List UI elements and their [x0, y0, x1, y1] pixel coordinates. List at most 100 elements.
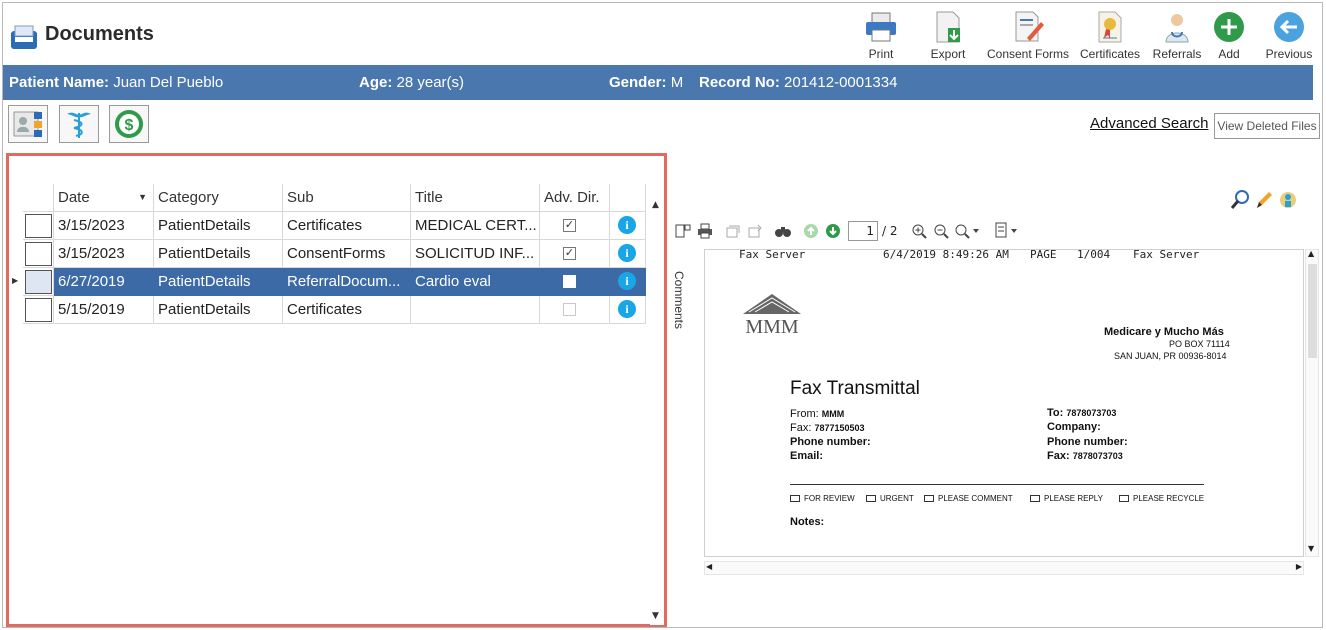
billing-button[interactable]: $: [109, 105, 149, 143]
column-header-adv-dir[interactable]: Adv. Dir.: [540, 184, 610, 212]
cell-category[interactable]: PatientDetails: [154, 240, 283, 268]
print-button[interactable]: Print: [861, 9, 901, 61]
cell-category[interactable]: PatientDetails: [154, 268, 283, 296]
row-select-cell[interactable]: [23, 268, 54, 296]
grid-vertical-scrollbar[interactable]: ▲ ▼: [650, 200, 664, 625]
adv-dir-checkbox[interactable]: ✓: [563, 219, 576, 232]
cell-date[interactable]: 3/15/2023: [54, 212, 154, 240]
doc-scroll-left-icon[interactable]: ◀: [706, 562, 712, 571]
info-icon[interactable]: i: [618, 244, 636, 262]
cell-category[interactable]: PatientDetails: [154, 296, 283, 324]
print-label: Print: [868, 47, 894, 61]
previous-page-icon[interactable]: [800, 220, 822, 242]
patient-age: Age: 28 year(s): [359, 74, 465, 91]
add-button[interactable]: Add: [1211, 9, 1247, 61]
info-icon[interactable]: i: [618, 216, 636, 234]
doc-vertical-scrollbar[interactable]: ▲ ▼: [1305, 249, 1319, 557]
cell-date[interactable]: 3/15/2023: [54, 240, 154, 268]
doc-scroll-right-icon[interactable]: ▶: [1296, 562, 1302, 571]
cell-sub[interactable]: ConsentForms: [283, 240, 411, 268]
doc-scroll-thumb[interactable]: [1308, 264, 1317, 358]
doc-horizontal-scrollbar[interactable]: ◀ ▶: [704, 561, 1304, 575]
row-select-cell[interactable]: [23, 240, 54, 268]
header: Documents Print Export Consent Forms Cer…: [3, 3, 1324, 65]
fax-option-label: PLEASE RECYCLE: [1133, 494, 1205, 503]
row-indicator: [9, 212, 23, 240]
fax-option: PLEASE RECYCLE: [1119, 494, 1204, 503]
scroll-up-icon[interactable]: ▲: [652, 200, 659, 210]
export-button[interactable]: Export: [925, 9, 971, 61]
id-card-icon: [13, 111, 42, 137]
row-selector-box[interactable]: [25, 242, 52, 266]
column-header-category[interactable]: Category: [154, 184, 283, 212]
patient-card-button[interactable]: [8, 105, 48, 143]
adv-dir-checkbox[interactable]: ✓: [563, 247, 576, 260]
info-icon[interactable]: i: [618, 300, 636, 318]
pencil-icon[interactable]: [1254, 189, 1274, 211]
adv-dir-checkbox[interactable]: [563, 275, 576, 288]
fax-option-checkbox: [924, 495, 934, 503]
export-label: Export: [930, 47, 966, 61]
cell-category[interactable]: PatientDetails: [154, 212, 283, 240]
page-number-input[interactable]: 1: [848, 221, 878, 241]
row-selector-box[interactable]: [25, 298, 52, 322]
magnifier-icon[interactable]: [1230, 189, 1250, 211]
fax-header-datetime: 6/4/2019 8:49:26 AM: [883, 249, 1009, 261]
page-layout-dropdown-icon[interactable]: [992, 220, 1024, 242]
info-icon[interactable]: i: [618, 272, 636, 290]
doc-scroll-up-icon[interactable]: ▲: [1308, 249, 1314, 258]
company-address-1: PO BOX 71114: [1169, 339, 1230, 349]
cell-date[interactable]: 5/15/2019: [54, 296, 154, 324]
zoom-dropdown-icon[interactable]: [952, 220, 984, 242]
fax-option-label: FOR REVIEW: [804, 494, 855, 503]
export-page-icon[interactable]: [722, 220, 744, 242]
row-select-cell[interactable]: [23, 212, 54, 240]
cell-adv-dir: ✓: [540, 212, 610, 240]
column-header-title[interactable]: Title: [411, 184, 540, 212]
documents-tray-icon: [10, 23, 38, 51]
previous-button[interactable]: Previous: [1263, 9, 1315, 61]
advanced-search-link[interactable]: Advanced Search: [1090, 115, 1208, 132]
referrals-button[interactable]: Referrals: [1151, 9, 1203, 61]
cell-sub[interactable]: Certificates: [283, 296, 411, 324]
comments-tab[interactable]: Comments: [672, 271, 692, 351]
consent-forms-button[interactable]: Consent Forms: [985, 9, 1071, 61]
row-selector-box[interactable]: [25, 214, 52, 238]
table-row[interactable]: ▶ 6/27/2019 PatientDetails ReferralDocum...…: [9, 268, 649, 296]
print-doc-icon[interactable]: [694, 220, 716, 242]
table-row[interactable]: 3/15/2023 PatientDetails Certificates MEDIC…: [9, 212, 649, 240]
fax-option-label: PLEASE REPLY: [1044, 494, 1103, 503]
zoom-out-icon[interactable]: [930, 220, 952, 242]
cell-adv-dir: [540, 296, 610, 324]
svg-text:MMM: MMM: [745, 316, 799, 336]
fax-field: Fax: 7877150503: [790, 422, 865, 434]
cell-sub[interactable]: Certificates: [283, 212, 411, 240]
column-header-date[interactable]: Date ▼: [54, 184, 154, 212]
cell-title[interactable]: MEDICAL CERT...: [411, 212, 540, 240]
cell-title[interactable]: SOLICITUD INF...: [411, 240, 540, 268]
fax-option-label: URGENT: [880, 494, 914, 503]
row-selector-box[interactable]: [25, 270, 52, 294]
column-header-sub[interactable]: Sub: [283, 184, 411, 212]
cell-sub[interactable]: ReferralDocum...: [283, 268, 411, 296]
thumbnails-icon[interactable]: [672, 220, 694, 242]
company-field: Company:: [1047, 421, 1101, 433]
cell-title[interactable]: [411, 296, 540, 324]
cell-date[interactable]: 6/27/2019: [54, 268, 154, 296]
adv-dir-checkbox[interactable]: [563, 303, 576, 316]
annotation-icon[interactable]: [1278, 189, 1298, 211]
next-page-icon[interactable]: [822, 220, 844, 242]
save-page-icon[interactable]: [744, 220, 766, 242]
table-row[interactable]: 5/15/2019 PatientDetails Certificates i: [9, 296, 649, 324]
cell-title[interactable]: Cardio eval: [411, 268, 540, 296]
scroll-down-icon[interactable]: ▼: [652, 611, 659, 621]
certificates-button[interactable]: Certificates: [1079, 9, 1141, 61]
find-binoculars-icon[interactable]: [772, 220, 794, 242]
view-deleted-files-button[interactable]: View Deleted Files: [1214, 113, 1320, 139]
zoom-in-icon[interactable]: [908, 220, 930, 242]
row-select-cell[interactable]: [23, 296, 54, 324]
medical-button[interactable]: [59, 105, 99, 143]
patient-record: Record No: 201412-0001334: [699, 74, 898, 91]
doc-scroll-down-icon[interactable]: ▼: [1308, 544, 1314, 553]
table-row[interactable]: 3/15/2023 PatientDetails ConsentForms SOLIC…: [9, 240, 649, 268]
